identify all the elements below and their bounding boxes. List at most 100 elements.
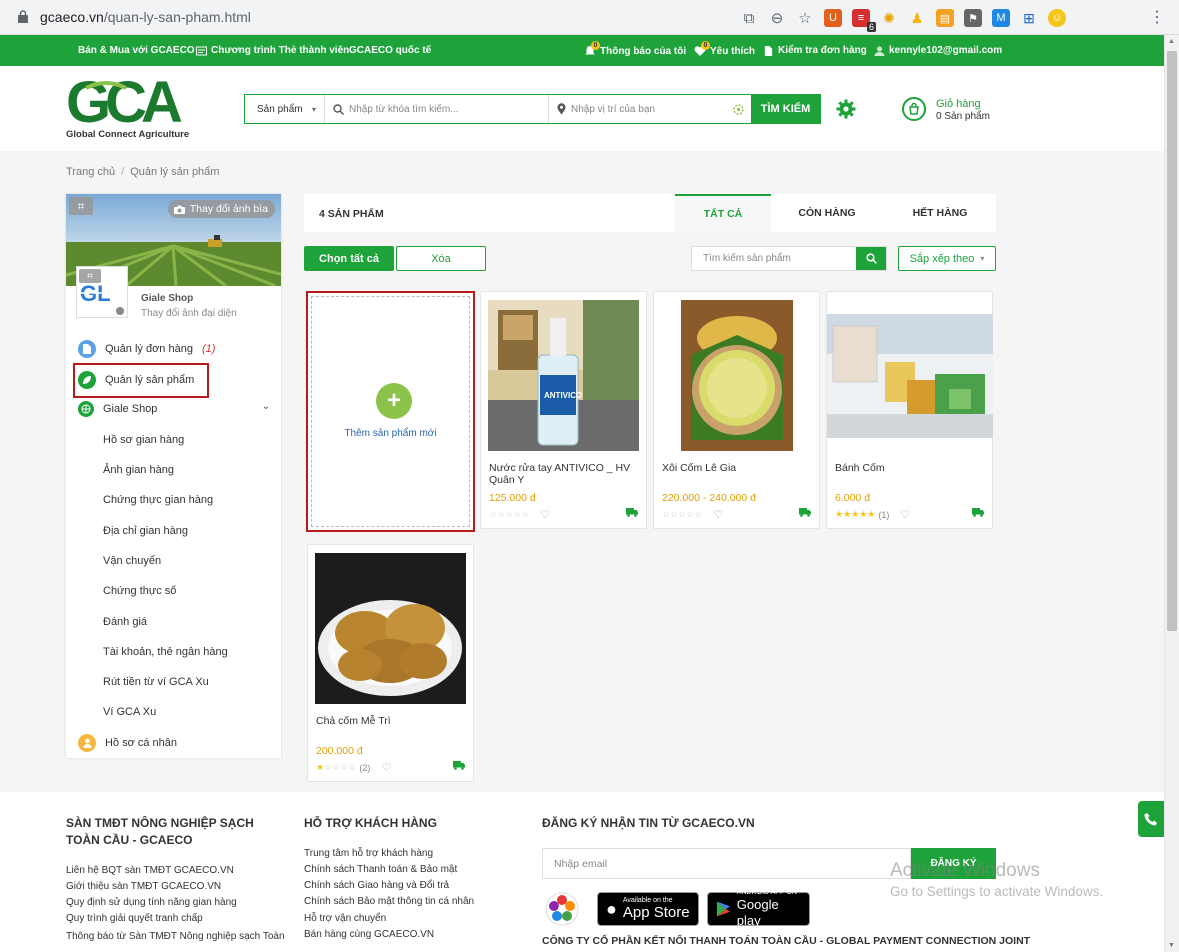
gear-icon[interactable] (836, 99, 856, 119)
product-card[interactable]: Bánh Cốm 6.000 đ ★★★★★ (1) ♡ (826, 291, 993, 529)
crop-icon[interactable]: ⌗ (79, 269, 101, 283)
app-store-badge[interactable]: ● Available on the App Store (597, 892, 699, 926)
product-name[interactable]: Nước rửa tay ANTIVICO _ HV Quân Y (489, 462, 639, 486)
translate-icon[interactable]: ⧉ (740, 9, 758, 27)
user-icon (874, 46, 885, 56)
product-name[interactable]: Xôi Cốm Lê Gia (662, 462, 812, 474)
heart-icon[interactable]: ♡ (900, 508, 910, 521)
submenu-shop-verification[interactable]: Chứng thực gian hàng (103, 494, 213, 506)
scroll-down-icon[interactable]: ▼ (1168, 942, 1175, 949)
change-cover-button[interactable]: Thay đổi ảnh bìa (167, 200, 275, 218)
heart-icon[interactable]: ♡ (381, 761, 391, 774)
footer-link[interactable]: Hỗ trợ vận chuyển (304, 911, 386, 927)
submenu-withdraw[interactable]: Rút tiền từ ví GCA Xu (103, 676, 209, 688)
product-count: 4 SẢN PHẨM (319, 208, 384, 220)
locate-target-icon[interactable] (732, 103, 745, 116)
phone-call-button[interactable] (1138, 801, 1164, 837)
footer-link[interactable]: Liên hệ BQT sàn TMĐT GCAECO.VN (66, 863, 234, 879)
nav-user-account[interactable]: kennyle102@gmail.com (874, 45, 1002, 56)
bookmark-star-icon[interactable]: ☆ (796, 9, 814, 27)
submenu-shop-photos[interactable]: Ảnh gian hàng (103, 464, 174, 476)
submenu-bank-account[interactable]: Tài khoản, thẻ ngân hàng (103, 646, 228, 658)
heart-icon[interactable]: ♡ (540, 508, 550, 521)
scroll-up-icon[interactable]: ▲ (1168, 38, 1175, 45)
scrollbar-thumb[interactable] (1167, 51, 1177, 631)
google-play-badge[interactable]: ANDROID APP ON Google play (707, 889, 810, 928)
change-avatar-link[interactable]: Thay đổi ảnh đại diện (141, 308, 237, 319)
extension-sitemap-icon[interactable]: ⊞ (1020, 9, 1038, 27)
extension-note-icon[interactable]: ▤ (936, 9, 954, 27)
extension-shield-icon[interactable]: U (824, 9, 842, 27)
product-card[interactable]: Chả cốm Mễ Trì 200.000 đ ★☆☆☆☆ (2) ♡ (307, 544, 474, 782)
footer-link[interactable]: Giới thiệu sàn TMĐT GCAECO.VN (66, 879, 221, 895)
product-search-input[interactable]: Tìm kiếm sản phẩm (692, 247, 856, 270)
nav-order-check[interactable]: Kiểm tra đơn hàng (763, 45, 867, 56)
extension-globe-icon[interactable]: M (992, 9, 1010, 27)
extension-sun-icon[interactable]: ✺ (880, 9, 898, 27)
product-card[interactable]: Xôi Cốm Lê Gia 220.000 - 240.000 đ ☆☆☆☆☆… (653, 291, 820, 529)
address-bar[interactable]: gcaeco.vn/quan-ly-san-pham.html (40, 9, 251, 25)
search-button[interactable]: TÌM KIẾM (751, 95, 820, 123)
extension-list-icon[interactable]: ≡ 6 (852, 9, 876, 32)
menu-product-management[interactable]: Quản lý sản phẩm (78, 371, 194, 389)
chevron-down-icon[interactable]: ⌄ (262, 401, 270, 412)
browser-menu-icon[interactable]: ⋮ (1149, 7, 1165, 27)
delete-button[interactable]: Xóa (396, 246, 486, 271)
nav-sell-buy[interactable]: Bán & Mua với GCAECO (78, 45, 195, 56)
zoom-icon[interactable]: ⊖ (768, 9, 786, 27)
keyword-input[interactable]: Nhập từ khóa tìm kiếm... (325, 95, 549, 123)
profile-avatar-icon[interactable]: ☺ (1048, 9, 1066, 27)
cart-icon[interactable] (902, 97, 926, 121)
submenu-reviews[interactable]: Đánh giá (103, 616, 147, 628)
footer-link[interactable]: Quy định sử dụng tính năng gian hàng (66, 895, 237, 911)
footer-link[interactable]: Chính sách Thanh toán & Bảo mật (304, 862, 457, 878)
footer-link[interactable]: Quy trình giải quyết tranh chấp (66, 911, 203, 927)
shop-avatar[interactable]: ⌗ GL (76, 266, 128, 318)
newsletter-email-input[interactable]: Nhập email (542, 848, 911, 879)
menu-order-management[interactable]: Quản lý đơn hàng (1) (78, 340, 215, 358)
product-name[interactable]: Bánh Cốm (835, 462, 985, 474)
nav-favorites[interactable]: 0 Yêu thích (694, 41, 755, 57)
product-image[interactable] (315, 553, 466, 704)
extension-flag-icon[interactable]: ⚑ (964, 9, 982, 27)
footer-link[interactable]: Bán hàng cùng GCAECO.VN (304, 927, 434, 943)
tab-out-of-stock[interactable]: HẾT HÀNG (892, 194, 988, 232)
footer-link[interactable]: Chính sách Giao hàng và Đổi trả (304, 878, 449, 894)
apple-icon: ● (606, 898, 617, 919)
product-image[interactable] (681, 300, 793, 451)
cart-title[interactable]: Giỏ hàng (936, 98, 981, 110)
footer-link[interactable]: Chính sách Bảo mật thông tin cá nhân (304, 894, 474, 910)
nav-international[interactable]: GCAECO quốc tế (349, 45, 431, 56)
tab-all[interactable]: TẤT CẢ (675, 194, 771, 232)
footer-link[interactable]: Trung tâm hỗ trợ khách hàng (304, 846, 433, 862)
rating-stars: ☆☆☆☆☆ ♡ (489, 508, 551, 521)
add-product-card[interactable]: + Thêm sản phẩm mới (306, 291, 475, 532)
menu-personal-profile[interactable]: Hồ sơ cá nhân (78, 734, 177, 752)
product-image[interactable]: ANTIVICO (488, 300, 639, 451)
breadcrumb-home[interactable]: Trang chủ (66, 166, 115, 178)
nav-notifications[interactable]: 0 Thông báo của tôi (584, 41, 686, 57)
product-image[interactable] (827, 314, 993, 438)
gca-logo[interactable]: GCA Global Connect Agriculture (66, 70, 196, 142)
sort-select[interactable]: Sắp xếp theo ▾ (898, 246, 996, 271)
product-search-button[interactable] (856, 247, 886, 270)
product-card[interactable]: ANTIVICO Nước rửa tay ANTIVICO _ HV Quân… (480, 291, 647, 529)
submenu-shipping[interactable]: Vận chuyển (103, 555, 161, 567)
extension-person-icon[interactable]: ♟ (908, 9, 926, 27)
location-input[interactable]: Nhập vị trí của bạn (549, 95, 751, 123)
page-scrollbar[interactable]: ▲ ▼ (1164, 35, 1179, 952)
menu-shop[interactable]: Giale Shop ⌄ (78, 401, 270, 417)
select-all-button[interactable]: Chọn tất cả (304, 246, 394, 271)
footer-link[interactable]: Thông báo từ Sàn TMĐT Nông nghiệp sạch T… (66, 929, 285, 945)
nav-membership[interactable]: Chương trình Thẻ thành viên (196, 45, 349, 56)
tab-in-stock[interactable]: CÒN HÀNG (779, 194, 875, 232)
heart-icon[interactable]: ♡ (713, 508, 723, 521)
submenu-shop-profile[interactable]: Hồ sơ gian hàng (103, 434, 184, 446)
submenu-digital-cert[interactable]: Chứng thực số (103, 585, 176, 597)
crop-icon[interactable]: ⌗ (69, 197, 93, 215)
submenu-wallet[interactable]: Ví GCA Xu (103, 706, 156, 718)
search-category-select[interactable]: Sản phẩm ▾ (245, 95, 325, 123)
submenu-shop-address[interactable]: Địa chỉ gian hàng (103, 525, 188, 537)
truck-icon (799, 508, 811, 517)
product-name[interactable]: Chả cốm Mễ Trì (316, 715, 466, 727)
